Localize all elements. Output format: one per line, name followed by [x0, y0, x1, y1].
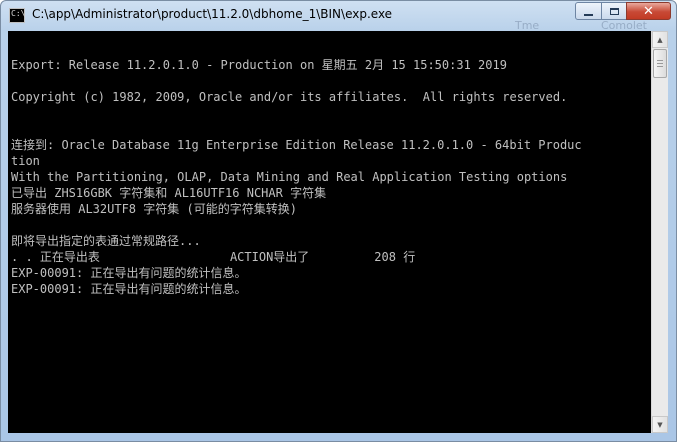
- console-output[interactable]: Export: Release 11.2.0.1.0 - Production …: [8, 31, 651, 433]
- scroll-up-arrow-icon: ▲: [657, 35, 663, 44]
- maximize-button[interactable]: [601, 2, 627, 20]
- cmd-console-icon[interactable]: C:\: [9, 8, 25, 23]
- minimize-button[interactable]: [575, 2, 602, 20]
- scroll-up-button[interactable]: ▲: [652, 31, 668, 48]
- vertical-scrollbar[interactable]: ▲ ▼: [651, 31, 668, 433]
- scroll-thumb[interactable]: [653, 49, 667, 78]
- console-line: EXP-00091: 正在导出有问题的统计信息。: [11, 266, 247, 280]
- console-line: Export: Release 11.2.0.1.0 - Production …: [11, 58, 507, 72]
- minimize-icon: [584, 13, 593, 16]
- close-button[interactable]: ✕: [626, 2, 671, 20]
- console-line: With the Partitioning, OLAP, Data Mining…: [11, 170, 568, 184]
- title-bar[interactable]: C:\ C:\app\Administrator\product\11.2.0\…: [1, 1, 676, 32]
- maximize-icon: [609, 7, 619, 15]
- window-bottom-border: [1, 433, 676, 441]
- console-line: Copyright (c) 1982, 2009, Oracle and/or …: [11, 90, 568, 104]
- console-line: 连接到: Oracle Database 11g Enterprise Edit…: [11, 138, 582, 152]
- console-line: 已导出 ZHS16GBK 字符集和 AL16UTF16 NCHAR 字符集: [11, 186, 327, 200]
- window-title: C:\app\Administrator\product\11.2.0\dbho…: [32, 7, 393, 21]
- scroll-down-arrow-icon: ▼: [657, 420, 663, 429]
- close-icon: ✕: [643, 3, 654, 19]
- console-line: EXP-00091: 正在导出有问题的统计信息。: [11, 282, 247, 296]
- console-line: 即将导出指定的表通过常规路径...: [11, 234, 201, 248]
- console-line: 服务器使用 AL32UTF8 字符集 (可能的字符集转换): [11, 202, 297, 216]
- console-line: tion: [11, 154, 40, 168]
- caption-buttons: ✕: [575, 2, 671, 21]
- console-line: . . 正在导出表 ACTION导出了 208 行: [11, 250, 416, 264]
- console-window: C:\ C:\app\Administrator\product\11.2.0\…: [0, 0, 677, 442]
- scroll-down-button[interactable]: ▼: [652, 416, 668, 433]
